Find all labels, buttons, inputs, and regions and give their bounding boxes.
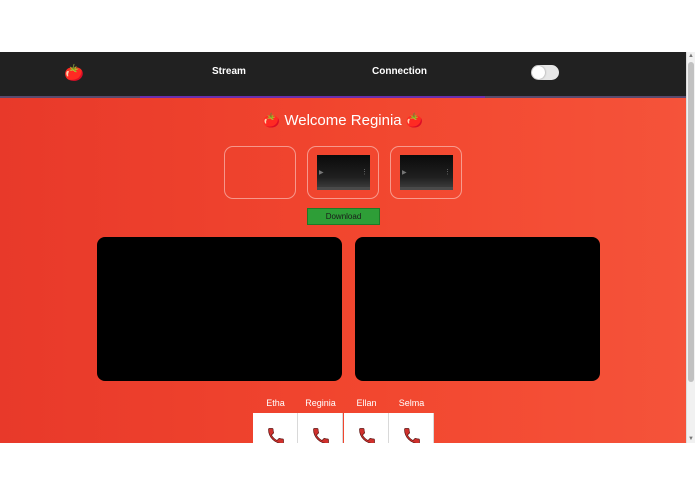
nav-link-stream[interactable]: Stream bbox=[212, 66, 246, 78]
tomato-logo-icon[interactable]: 🍅 bbox=[64, 65, 84, 83]
clip-video-player[interactable]: ▶ ⋮ bbox=[400, 155, 453, 190]
top-navbar: 🍅 Stream Connection bbox=[0, 52, 686, 96]
clip-slot[interactable]: ▶ ⋮ bbox=[390, 146, 462, 199]
phone-icon bbox=[404, 428, 420, 443]
more-options-icon[interactable]: ⋮ bbox=[361, 169, 368, 176]
play-icon[interactable]: ▶ bbox=[402, 170, 407, 176]
contact-name: Etha bbox=[266, 398, 285, 408]
tomato-icon: 🍅 bbox=[405, 112, 424, 128]
clip-slot-empty[interactable] bbox=[224, 146, 296, 199]
contact-name: Ellan bbox=[356, 398, 377, 408]
phone-icon bbox=[313, 428, 329, 443]
remote-video[interactable] bbox=[355, 237, 600, 381]
theme-toggle[interactable] bbox=[531, 65, 559, 80]
phone-icon bbox=[359, 428, 375, 443]
vertical-scrollbar[interactable]: ▲ ▼ bbox=[686, 52, 695, 443]
clip-slot[interactable]: ▶ ⋮ bbox=[307, 146, 379, 199]
play-icon[interactable]: ▶ bbox=[319, 170, 324, 176]
download-button[interactable]: Download bbox=[307, 208, 380, 225]
more-options-icon[interactable]: ⋮ bbox=[444, 169, 451, 176]
contact-name: Reginia bbox=[305, 398, 336, 408]
welcome-text: Welcome Reginia bbox=[284, 112, 402, 129]
scroll-down-arrow-icon[interactable]: ▼ bbox=[687, 435, 695, 443]
local-video[interactable] bbox=[97, 237, 342, 381]
app-viewport: 🍅 Stream Connection 🍅 Welcome Reginia 🍅 … bbox=[0, 52, 686, 443]
scrollbar-thumb[interactable] bbox=[688, 62, 694, 382]
tomato-icon: 🍅 bbox=[262, 112, 281, 128]
toggle-knob bbox=[532, 66, 545, 79]
call-button[interactable] bbox=[298, 413, 343, 443]
phone-icon bbox=[268, 428, 284, 443]
welcome-heading: 🍅 Welcome Reginia 🍅 bbox=[0, 110, 686, 131]
call-button[interactable] bbox=[344, 413, 389, 443]
call-button[interactable] bbox=[253, 413, 298, 443]
call-button[interactable] bbox=[389, 413, 434, 443]
nav-link-connection[interactable]: Connection bbox=[372, 66, 427, 78]
scroll-up-arrow-icon[interactable]: ▲ bbox=[687, 52, 695, 60]
clip-video-player[interactable]: ▶ ⋮ bbox=[317, 155, 370, 190]
navbar-active-indicator bbox=[140, 96, 485, 98]
contact-name: Selma bbox=[398, 398, 425, 408]
